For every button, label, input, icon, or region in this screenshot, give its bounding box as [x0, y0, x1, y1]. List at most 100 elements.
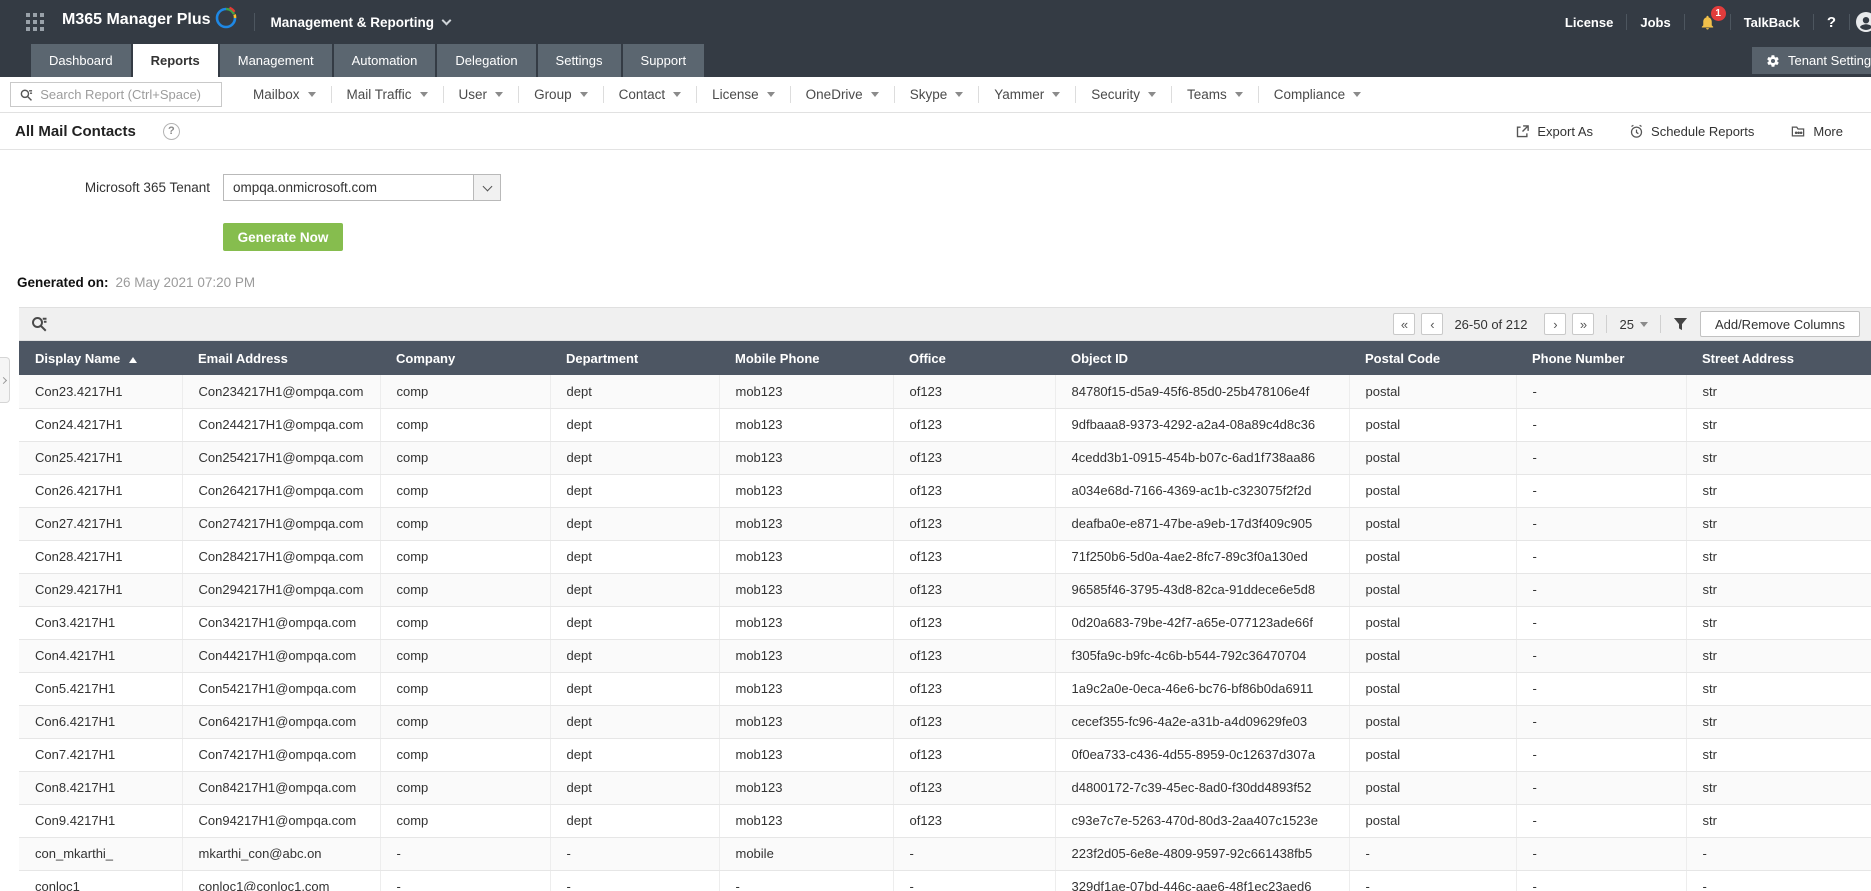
table-row[interactable]: Con5.4217H1 Con54217H1@ompqa.com comp dept m… — [19, 672, 1871, 706]
table-row[interactable]: Con9.4217H1 Con94217H1@ompqa.com comp dept m… — [19, 804, 1871, 838]
tab-support[interactable]: Support — [622, 44, 705, 77]
cell-office: - — [893, 870, 1056, 891]
report-menu-group[interactable]: Group — [519, 87, 603, 102]
page-size-select[interactable]: 25 — [1619, 317, 1648, 332]
tab-settings[interactable]: Settings — [537, 44, 621, 77]
table-row[interactable]: Con6.4217H1 Con64217H1@ompqa.com comp dept m… — [19, 705, 1871, 739]
table-row[interactable]: conloc1 conloc1@conloc1.com - - - -329df1ae-0… — [19, 870, 1871, 891]
report-menu-mailbox[interactable]: Mailbox — [238, 87, 331, 102]
cell-company: comp — [380, 573, 551, 607]
table-row[interactable]: Con29.4217H1 Con294217H1@ompqa.com comp dep… — [19, 573, 1871, 607]
table-row[interactable]: Con27.4217H1 Con274217H1@ompqa.com comp dep… — [19, 507, 1871, 541]
column-header-street-address[interactable]: Street Address — [1686, 341, 1871, 375]
report-menu-security[interactable]: Security — [1076, 87, 1171, 102]
cell-office: of123 — [893, 474, 1056, 508]
table-header-row: Display Name Email Address Company Departme… — [19, 341, 1871, 375]
table-row[interactable]: Con26.4217H1 Con264217H1@ompqa.com comp dep… — [19, 474, 1871, 508]
tab-automation[interactable]: Automation — [333, 44, 436, 77]
report-menu-skype[interactable]: Skype — [895, 87, 979, 102]
caret-down-icon — [419, 92, 428, 97]
pagination-range: 26-50 of 212 — [1454, 316, 1528, 332]
title-row: All Mail Contacts ? Export As Schedule Re… — [0, 113, 1871, 150]
column-header-email-address[interactable]: Email Address — [182, 341, 380, 375]
tab-dashboard[interactable]: Dashboard — [31, 44, 131, 77]
cell-company: comp — [380, 738, 551, 772]
report-menu-teams[interactable]: Teams — [1172, 87, 1258, 102]
report-menu-contact[interactable]: Contact — [604, 87, 697, 102]
cell-street-address: str — [1686, 672, 1871, 706]
table-row[interactable]: Con4.4217H1 Con44217H1@ompqa.com comp dept m… — [19, 639, 1871, 673]
cell-mobile-phone: mobile — [719, 837, 894, 871]
talkback-link[interactable]: TalkBack — [1731, 15, 1813, 30]
cell-company: comp — [380, 474, 551, 508]
cell-email-address: Con64217H1@ompqa.com — [182, 705, 381, 739]
table-row[interactable]: Con23.4217H1 Con234217H1@ompqa.com comp dep… — [19, 375, 1871, 409]
notifications-button[interactable]: 1 — [1685, 5, 1730, 31]
tab-delegation[interactable]: Delegation — [437, 44, 536, 77]
cell-object-id: 71f250b6-5d0a-4ae2-8fc7-89c3f0a130ed — [1055, 540, 1350, 574]
cell-display-name: Con25.4217H1 — [19, 441, 183, 475]
report-menu-compliance[interactable]: Compliance — [1259, 87, 1376, 102]
prev-page-button[interactable]: ‹ — [1421, 313, 1444, 335]
context-switcher[interactable]: Management & Reporting — [271, 15, 452, 30]
column-header-department[interactable]: Department — [550, 341, 719, 375]
table-row[interactable]: Con3.4217H1 Con34217H1@ompqa.com comp dept m… — [19, 606, 1871, 640]
caret-down-icon — [955, 92, 964, 97]
report-menu-yammer[interactable]: Yammer — [979, 87, 1075, 102]
export-as-button[interactable]: Export As — [1515, 124, 1593, 139]
generate-now-button[interactable]: Generate Now — [223, 223, 343, 251]
first-page-button[interactable]: « — [1393, 313, 1416, 335]
column-header-mobile-phone[interactable]: Mobile Phone — [719, 341, 893, 375]
table-row[interactable]: Con24.4217H1 Con244217H1@ompqa.com comp dep… — [19, 408, 1871, 442]
more-button[interactable]: More — [1790, 124, 1843, 139]
tenant-select[interactable]: ompqa.onmicrosoft.com — [223, 174, 501, 201]
select-chevron-button[interactable] — [473, 175, 500, 200]
report-search-box[interactable] — [10, 82, 222, 107]
tab-management[interactable]: Management — [219, 44, 332, 77]
last-page-button[interactable]: » — [1572, 313, 1595, 335]
table-row[interactable]: Con8.4217H1 Con84217H1@ompqa.com comp dept m… — [19, 771, 1871, 805]
cell-email-address: Con54217H1@ompqa.com — [182, 672, 381, 706]
cell-company: - — [380, 837, 551, 871]
topbar-right: License Jobs 1 TalkBack ? — [1552, 5, 1871, 34]
column-header-display-name[interactable]: Display Name — [19, 341, 182, 375]
title-help-icon[interactable]: ? — [162, 122, 180, 140]
cell-department: dept — [550, 705, 720, 739]
report-menu-onedrive[interactable]: OneDrive — [791, 87, 894, 102]
column-header-object-id[interactable]: Object ID — [1055, 341, 1349, 375]
add-remove-columns-button[interactable]: Add/Remove Columns — [1699, 311, 1860, 337]
column-header-label: Phone Number — [1532, 350, 1625, 366]
user-avatar-icon[interactable] — [1854, 10, 1871, 34]
schedule-reports-button[interactable]: Schedule Reports — [1629, 124, 1754, 139]
cell-company: comp — [380, 771, 551, 805]
table-search-icon[interactable] — [30, 315, 48, 333]
jobs-link[interactable]: Jobs — [1627, 15, 1683, 30]
column-header-office[interactable]: Office — [893, 341, 1055, 375]
report-search-input[interactable] — [40, 87, 213, 102]
tab-reports[interactable]: Reports — [132, 44, 218, 77]
app-grid-icon[interactable] — [26, 13, 44, 31]
report-menu-license[interactable]: License — [697, 87, 790, 102]
next-page-button[interactable]: › — [1544, 313, 1567, 335]
cell-postal-code: postal — [1349, 573, 1517, 607]
cell-phone-number: - — [1516, 606, 1687, 640]
cell-object-id: 1a9c2a0e-0eca-46e6-bc76-bf86b0da6911 — [1055, 672, 1350, 706]
license-link[interactable]: License — [1552, 15, 1626, 30]
column-header-postal-code[interactable]: Postal Code — [1349, 341, 1516, 375]
report-menu-mail-traffic[interactable]: Mail Traffic — [332, 87, 443, 102]
column-header-phone-number[interactable]: Phone Number — [1516, 341, 1686, 375]
report-menu-label: Mailbox — [253, 87, 300, 102]
tenant-settings-button[interactable]: Tenant Settings — [1752, 47, 1871, 74]
help-button[interactable]: ? — [1814, 14, 1849, 31]
table-row[interactable]: Con25.4217H1 Con254217H1@ompqa.com comp dep… — [19, 441, 1871, 475]
table-row[interactable]: con_mkarthi_ mkarthi_con@abc.on - - mobile -2… — [19, 837, 1871, 871]
caret-down-icon — [1148, 92, 1157, 97]
table-row[interactable]: Con28.4217H1 Con284217H1@ompqa.com comp dep… — [19, 540, 1871, 574]
report-menu-user[interactable]: User — [444, 87, 519, 102]
caret-down-icon — [870, 92, 879, 97]
filter-icon[interactable] — [1673, 317, 1688, 332]
report-menu-label: License — [712, 87, 759, 102]
panel-collapse-handle[interactable] — [0, 357, 10, 403]
table-row[interactable]: Con7.4217H1 Con74217H1@ompqa.com comp dept m… — [19, 738, 1871, 772]
column-header-company[interactable]: Company — [380, 341, 550, 375]
